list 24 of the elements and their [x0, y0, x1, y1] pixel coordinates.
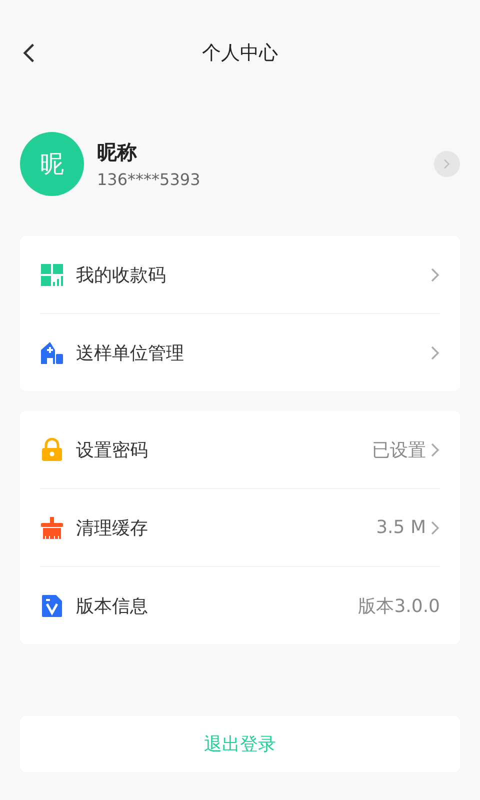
row-label: 版本信息 — [76, 594, 149, 618]
nickname: 昵称 — [97, 139, 138, 166]
settings-row[interactable]: 清理缓存 3.5 M — [40, 488, 440, 566]
row-label: 清理缓存 — [76, 516, 149, 540]
row-value: 3.5 M — [376, 517, 426, 538]
settings-row[interactable]: 版本信息 版本3.0.0 — [40, 566, 440, 644]
brush-icon — [40, 516, 64, 540]
document-v-icon — [40, 594, 64, 618]
settings-row[interactable]: 我的收款码 — [40, 236, 440, 313]
row-value: 已设置 — [372, 438, 426, 462]
chevron-left-icon — [22, 41, 36, 65]
lock-icon — [40, 438, 64, 462]
row-label: 送样单位管理 — [76, 342, 185, 364]
phone-number: 136****5393 — [97, 170, 202, 189]
page-title: 个人中心 — [202, 41, 278, 66]
house-plus-icon — [40, 340, 64, 364]
settings-row[interactable]: 送样单位管理 — [40, 313, 440, 391]
row-label: 设置密码 — [76, 438, 149, 462]
avatar: 昵 — [20, 132, 84, 196]
grid-icon — [40, 262, 64, 286]
chevron-right-icon — [443, 158, 451, 170]
row-value: 版本3.0.0 — [358, 594, 440, 618]
settings-row[interactable]: 设置密码 已设置 — [40, 411, 440, 488]
row-label: 我的收款码 — [76, 264, 167, 286]
